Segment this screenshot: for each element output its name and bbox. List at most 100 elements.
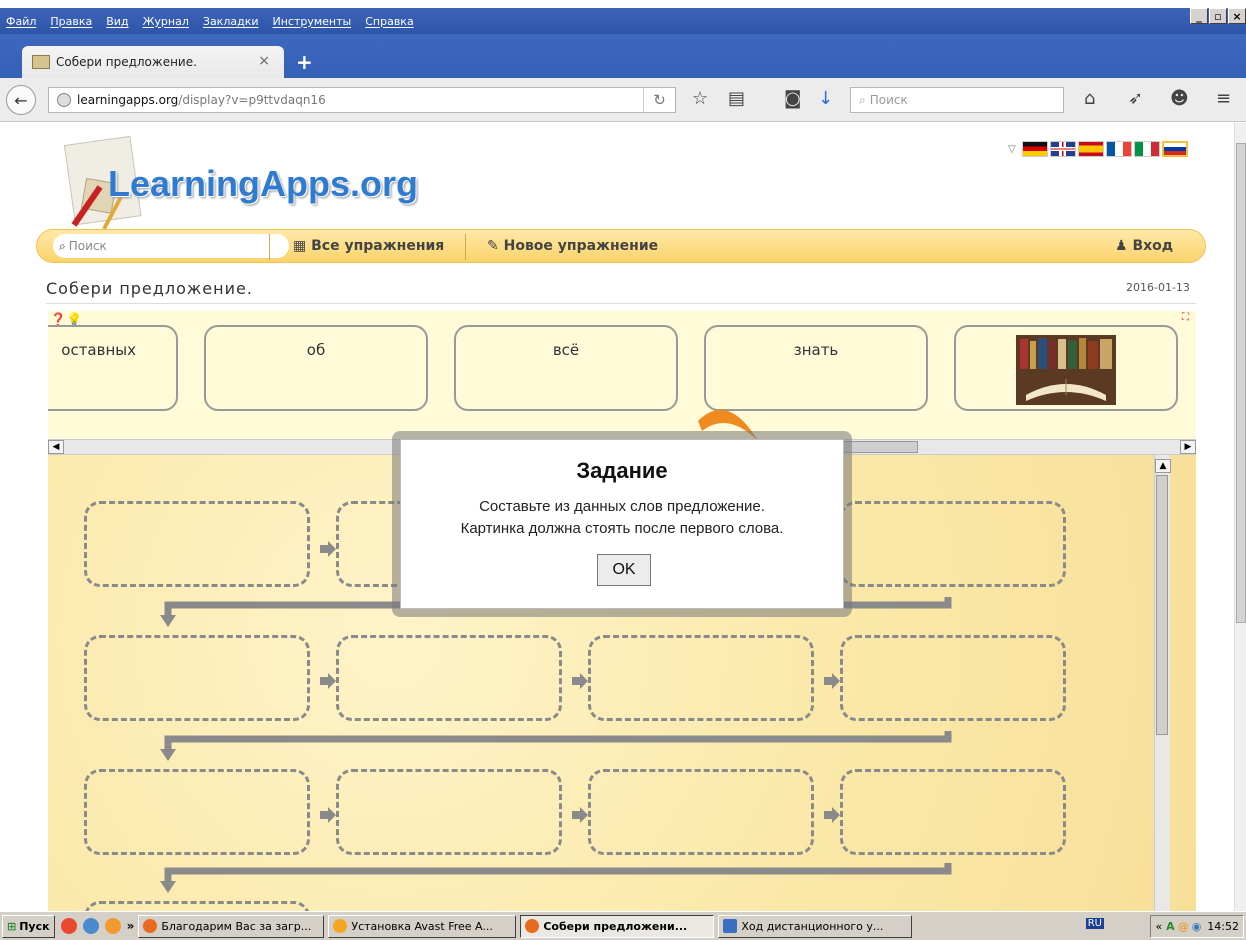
flag-es-icon[interactable] [1077,141,1104,157]
pocket-icon[interactable]: ◙ [784,88,801,109]
flag-fr-icon[interactable] [1105,141,1132,157]
task-button[interactable]: Установка Avast Free A... [328,914,517,938]
board-scroll-thumb[interactable] [1156,475,1168,735]
task-button[interactable]: Ход дистанционного у... [718,914,913,938]
tray-expand[interactable]: « [1155,920,1162,933]
tab-close-icon[interactable]: × [258,53,270,69]
scroll-right-arrow-icon[interactable]: ▶ [1180,440,1196,454]
dialog-line: Составьте из данных слов предложение. [479,498,765,515]
flag-it-icon[interactable] [1133,141,1160,157]
taskbar: ⊞ Пуск » Благодарим Вас за загр... Устано… [0,911,1246,940]
grid-icon: ▦ [293,238,312,254]
new-tab-button[interactable]: + [296,50,313,74]
scroll-left-arrow-icon[interactable]: ◀ [48,440,64,454]
url-bar[interactable]: learningapps.org/display?v=p9ttvdaqn16 ↻ [48,87,676,113]
page-margin [0,0,1246,8]
scroll-up-arrow-icon[interactable]: ▲ [1155,459,1171,473]
task-button-active[interactable]: Собери предложени... [520,914,715,938]
answer-slot[interactable] [336,635,562,721]
ok-button[interactable]: OK [597,554,651,586]
page-title: Собери предложение. [46,279,253,298]
board-vertical-scrollbar[interactable]: ▲ [1154,455,1171,911]
all-exercises-link[interactable]: ▦ Все упражнения [293,238,444,254]
reload-icon[interactable]: ↻ [643,88,675,112]
quicklaunch-more[interactable]: » [127,919,135,933]
picture-card[interactable] [954,325,1178,411]
mail-agent-icon[interactable]: @ [1178,920,1189,933]
back-button[interactable]: ← [6,85,36,115]
page-vertical-scrollbar[interactable] [1234,123,1246,911]
menu-tools[interactable]: Инструменты [273,15,352,28]
menu-history[interactable]: Журнал [143,15,189,28]
user-icon: ♟ [1115,238,1133,254]
task-label: Ход дистанционного у... [741,919,884,933]
search-icon: ⌕ [859,92,866,107]
language-dropdown-icon[interactable]: ▽ [1008,144,1016,155]
site-info-icon[interactable] [57,93,71,107]
tab-active[interactable]: Собери предложение. × [22,46,284,78]
menu-edit[interactable]: Правка [50,15,92,28]
chat-icon[interactable]: ☻ [1170,88,1189,109]
language-indicator[interactable]: RU [1085,918,1104,929]
reading-list-icon[interactable]: ▤ [728,88,745,109]
task-button[interactable]: Благодарим Вас за загр... [138,914,325,938]
start-button[interactable]: ⊞ Пуск [2,914,55,938]
system-tray: « A @ ◉ 14:52 [1150,915,1244,938]
language-flags: ▽ [1008,141,1188,157]
minimize-button[interactable]: _ [1190,8,1208,24]
menu-bookmarks[interactable]: Закладки [203,15,259,28]
close-button[interactable]: × [1228,8,1246,24]
new-exercise-link[interactable]: ✎ Новое упражнение [487,238,658,254]
answer-slot[interactable] [84,635,310,721]
app-date: 2016-01-13 [1126,281,1190,294]
site-search-input[interactable]: ⌕ Поиск [53,234,289,258]
nav-divider [269,234,270,260]
row-connector [164,863,952,883]
flag-gb-icon[interactable] [1049,141,1076,157]
browser-window: Файл Правка Вид Журнал Закладки Инструме… [0,0,1246,940]
url-host: learningapps.org [77,93,179,107]
restore-button[interactable]: ▫ [1209,8,1227,24]
task-dialog: Задание Составьте из данных слов предлож… [400,439,844,609]
answer-slot[interactable] [588,769,814,855]
page-scroll-thumb[interactable] [1236,143,1246,623]
word-card[interactable]: оставных [48,325,178,411]
answer-slot[interactable] [840,769,1066,855]
url-path: /display?v=p9ttvdaqn16 [178,93,326,107]
mail-icon[interactable] [104,918,121,934]
menu-file[interactable]: Файл [6,15,36,28]
flow-arrow-icon [320,673,336,689]
send-icon[interactable]: ➶ [1128,88,1143,109]
browser-search-input[interactable]: ⌕ Поиск [850,87,1064,113]
answer-slot[interactable] [336,769,562,855]
acrobat-icon[interactable]: A [1166,920,1175,933]
answer-slot[interactable] [84,769,310,855]
home-icon[interactable]: ⌂ [1084,88,1095,109]
fullscreen-icon[interactable]: ⛶ [1182,313,1192,323]
site-logo[interactable]: LearningApps.org [108,163,418,205]
menu-view[interactable]: Вид [106,15,128,28]
hamburger-menu-icon[interactable]: ≡ [1216,88,1231,109]
answer-slot[interactable] [588,635,814,721]
network-icon[interactable]: ◉ [1192,920,1202,933]
word-card[interactable]: всё [454,325,678,411]
answer-slot[interactable] [840,635,1066,721]
menu-help[interactable]: Справка [365,15,413,28]
answer-slot[interactable] [84,501,310,587]
word-card[interactable]: об [204,325,428,411]
opera-icon[interactable] [60,918,77,934]
avast-icon [333,919,348,933]
login-link[interactable]: ♟ Вход [1115,238,1173,254]
task-label: Установка Avast Free A... [351,919,493,933]
flag-de-icon[interactable] [1021,141,1048,157]
answer-slot[interactable] [840,501,1066,587]
flag-ru-icon[interactable] [1161,141,1188,157]
downloads-icon[interactable]: ↓ [818,88,833,109]
answer-slot[interactable] [84,901,310,911]
word-card-text: знать [793,341,839,359]
web-page: LearningApps.org ▽ ⌕ Поиск ▦ Все упражне… [0,123,1234,911]
bookmark-star-icon[interactable]: ☆ [692,88,708,109]
word-tray: ❓💡 ⛶ оставных об всё знать [48,311,1196,439]
browser-icon[interactable] [82,918,99,934]
site-search-placeholder: Поиск [68,239,107,253]
